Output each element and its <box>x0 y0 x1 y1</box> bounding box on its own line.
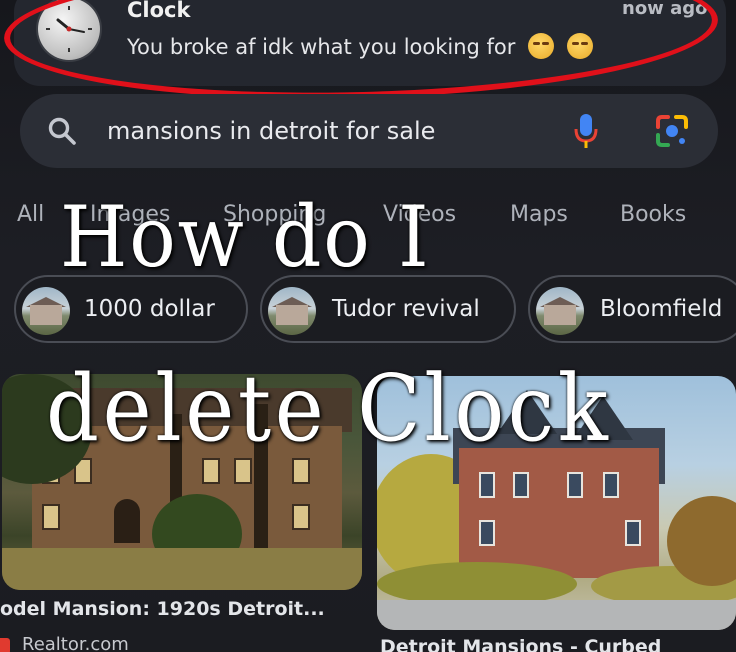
chip-bloomfield[interactable]: Bloomfield <box>528 275 736 343</box>
window <box>567 472 583 498</box>
chip-thumbnail <box>268 287 316 335</box>
window <box>292 504 310 530</box>
chip-label: Bloomfield <box>600 296 723 322</box>
mic-icon[interactable] <box>572 112 600 150</box>
window <box>479 472 495 498</box>
chip-label: 1000 dollar <box>84 296 215 322</box>
search-icon[interactable] <box>47 116 77 146</box>
window <box>603 472 619 498</box>
result-source-1[interactable]: Realtor.com <box>22 634 129 652</box>
tab-maps[interactable]: Maps <box>510 202 568 227</box>
result-caption-2[interactable]: Detroit Mansions - Curbed <box>380 636 661 652</box>
overlay-text-line-2: delete Clock <box>46 355 612 462</box>
realtor-logo-icon <box>0 638 10 652</box>
lens-icon[interactable] <box>654 113 690 149</box>
chip-thumbnail <box>22 287 70 335</box>
search-input[interactable]: mansions in detroit for sale <box>107 117 435 145</box>
house-facade <box>459 448 659 578</box>
overlay-text-line-1: How do I <box>60 188 431 286</box>
window <box>42 504 60 530</box>
window <box>625 520 641 546</box>
window <box>479 520 495 546</box>
window <box>513 472 529 498</box>
lawn <box>2 548 362 590</box>
tab-all[interactable]: All <box>17 202 44 227</box>
chip-thumbnail <box>536 287 584 335</box>
result-caption-1[interactable]: odel Mansion: 1920s Detroit... <box>0 598 325 620</box>
screen: Clock now ago You broke af idk what you … <box>0 0 736 652</box>
red-highlight-circle <box>2 0 720 108</box>
road <box>377 600 736 630</box>
chip-label: Tudor revival <box>332 296 480 322</box>
tab-books[interactable]: Books <box>620 202 686 227</box>
door <box>114 499 140 543</box>
